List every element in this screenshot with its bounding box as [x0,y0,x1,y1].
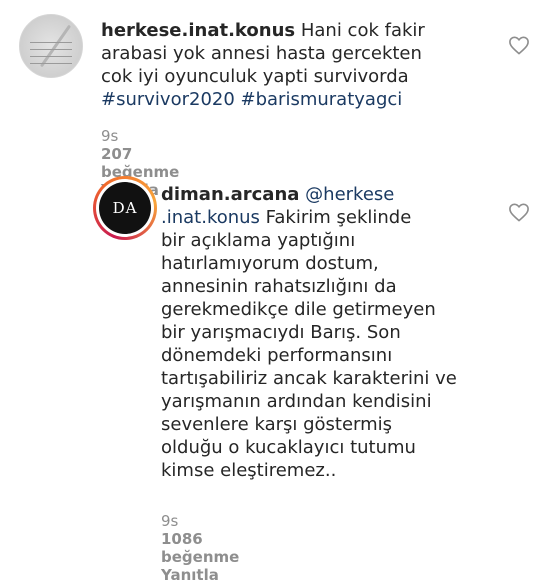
comment-body: diman.arcana @herkese .inat.konus Fakiri… [161,183,491,482]
likes-count[interactable]: 1086 beğenme [161,530,239,566]
comment-time: 9s [161,512,179,530]
comment-text: Fakirim şeklinde bir açıklama yaptığını … [161,207,457,481]
profile-photo-icon [30,37,72,65]
avatar-story-ring[interactable]: DA [93,176,157,240]
comment-username[interactable]: herkese.inat.konus [101,20,295,41]
heart-icon[interactable] [508,35,530,55]
comment-hashtags[interactable]: #survivor2020 #barismuratyagci [101,89,402,110]
comment-meta: 9s1086 beğenmeYanıtla [161,512,263,584]
avatar: DA [96,179,154,237]
likes-count[interactable]: 207 beğenme [101,145,179,181]
comment-username[interactable]: diman.arcana [161,184,299,205]
avatar[interactable] [19,14,83,78]
heart-icon[interactable] [508,202,530,222]
avatar-logo: DA [99,182,151,234]
comment-body: herkese.inat.konus Hani cok fakir arabas… [101,19,491,111]
reply-button[interactable]: Yanıtla [161,566,219,584]
comment-time: 9s [101,127,119,145]
